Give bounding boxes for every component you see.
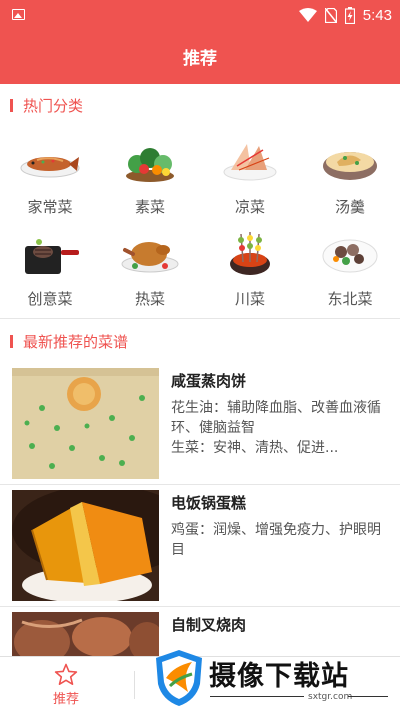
recipe-desc-text: 花生油：辅助降血脂、改善血液循环、健脑益智 生菜：安神、清热、促进...: [171, 400, 381, 456]
page-title: 推荐: [183, 49, 217, 69]
recipe-title: 电饭锅蛋糕: [171, 494, 247, 512]
soup-pot-icon: [323, 152, 377, 180]
category-label: 家常菜: [27, 198, 73, 216]
stew-plate-icon: [322, 239, 378, 273]
recipe-item[interactable]: 咸蛋蒸肉饼 花生油：辅助降血脂、改善血液循环、健脑益智 生菜：安神、清热、促进.…: [0, 368, 400, 484]
app-bar: 5:43 推荐: [0, 0, 400, 84]
section-accent-bar: [10, 98, 13, 112]
shield-logo-icon: [156, 650, 202, 706]
hot-categories-title: 热门分类: [23, 96, 84, 115]
grill-pan-icon: [25, 239, 79, 274]
category-label: 川菜: [234, 290, 265, 308]
recipe-item[interactable]: 电饭锅蛋糕 鸡蛋：润燥、增强免疫力、护眼明目: [0, 490, 400, 606]
status-time: 5:43: [362, 6, 392, 24]
section-accent-bar: [10, 334, 13, 348]
vegetable-basket-icon: [126, 148, 174, 182]
category-item-sucai[interactable]: 素菜: [100, 130, 200, 220]
recipe-photo: [12, 490, 159, 601]
nav-tab-label: 推荐: [52, 692, 79, 707]
latest-recipes-title: 最新推荐的菜谱: [23, 332, 129, 351]
category-item-tanggeng[interactable]: 汤羹: [300, 130, 400, 220]
category-item-dongbeicai[interactable]: 东北菜: [300, 222, 400, 312]
watermark: 摄像下载站 sxtgr.com: [152, 648, 394, 710]
category-item-chuangyicai[interactable]: 创意菜: [0, 222, 100, 312]
watermark-text: 摄像下载站: [209, 661, 349, 692]
skewers-pot-icon: [230, 232, 270, 275]
star-outline-icon: [54, 663, 78, 685]
no-sim-icon: [324, 7, 337, 23]
roast-chicken-icon: [121, 242, 179, 273]
category-label: 素菜: [134, 198, 165, 216]
hot-categories-header: 热门分类: [0, 84, 400, 126]
category-label: 汤羹: [334, 198, 365, 216]
recipe-desc: 鸡蛋：润燥、增强免疫力、护眼明目: [171, 522, 381, 558]
recipe-desc: 花生油：辅助降血脂、改善血液循环、健脑益智 生菜：安神、清热、促进...: [171, 398, 386, 458]
category-label: 东北菜: [327, 290, 373, 308]
recipe-title: 咸蛋蒸肉饼: [171, 372, 247, 390]
wifi-icon: [298, 8, 317, 22]
category-item-jiachangcai[interactable]: 家常菜: [0, 130, 100, 220]
nav-tab-recommend[interactable]: 推荐: [27, 663, 105, 709]
latest-recipes-header: 最新推荐的菜谱: [0, 320, 400, 362]
category-item-chuancai[interactable]: 川菜: [200, 222, 300, 312]
watermark-rule: [210, 696, 304, 697]
recipe-title: 自制叉烧肉: [171, 616, 247, 634]
status-bar: 5:43: [0, 0, 400, 30]
category-item-recai[interactable]: 热菜: [100, 222, 200, 312]
battery-charging-icon: [344, 6, 355, 24]
recipe-photo: [12, 368, 159, 479]
recipe-divider: [0, 484, 400, 485]
recipe-divider: [0, 606, 400, 607]
nav-separator: [134, 671, 135, 699]
category-label: 凉菜: [234, 198, 265, 216]
recipe-photo: [12, 612, 159, 656]
category-item-liangcai[interactable]: 凉菜: [200, 130, 300, 220]
category-label: 创意菜: [27, 290, 73, 308]
fish-dish-icon: [20, 157, 80, 178]
watermark-domain: sxtgr.com: [308, 692, 353, 702]
watermark-rule: [348, 696, 388, 697]
cold-dish-icon: [223, 144, 277, 181]
image-icon: [12, 9, 25, 20]
category-label: 热菜: [134, 290, 165, 308]
section-divider: [0, 318, 400, 319]
